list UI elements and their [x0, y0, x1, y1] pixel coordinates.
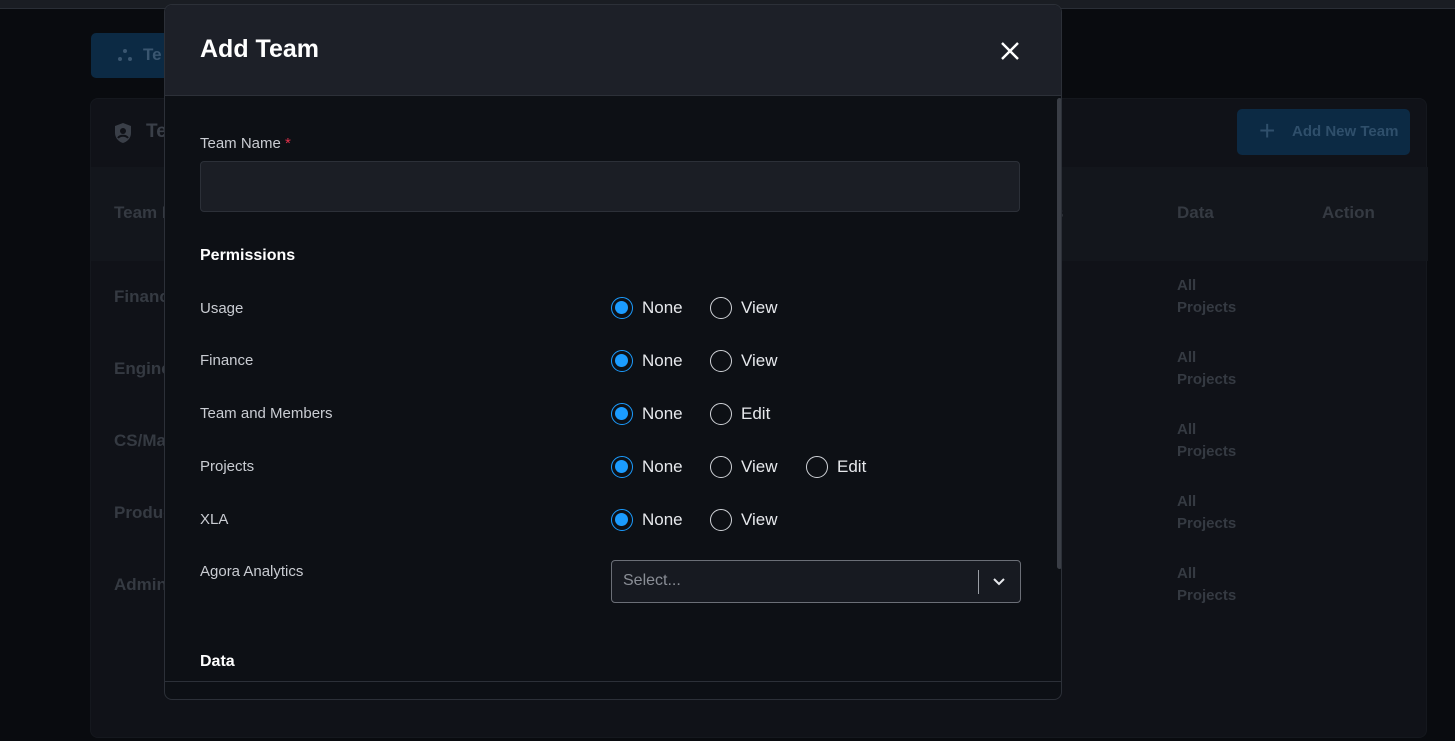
row-data: All Projects [1177, 349, 1237, 388]
option-label: View [741, 351, 778, 370]
team-name-label: Team Name * [200, 135, 291, 152]
team-name-input[interactable] [200, 161, 1020, 212]
select-separator [978, 570, 979, 594]
option-label: View [741, 510, 778, 529]
modal-title: Add Team [200, 35, 319, 63]
row-name: CS/Ma [114, 431, 166, 450]
radio-icon [710, 297, 732, 319]
modal-header: Add Team [165, 5, 1061, 96]
team-icon [118, 49, 132, 61]
radio-team-none[interactable]: None [611, 403, 683, 425]
permissions-heading: Permissions [200, 247, 296, 264]
option-label: None [642, 404, 683, 423]
option-label: View [741, 298, 778, 317]
column-header: Action [1322, 203, 1375, 222]
scrollbar[interactable] [1057, 98, 1061, 569]
option-label: View [741, 457, 778, 476]
option-label: None [642, 298, 683, 317]
radio-icon [710, 509, 732, 531]
option-label: None [642, 351, 683, 370]
row-data: All Projects [1177, 421, 1237, 460]
option-label: Edit [837, 457, 867, 476]
radio-icon [611, 509, 633, 531]
radio-finance-none[interactable]: None [611, 350, 683, 372]
shield-icon [115, 123, 131, 143]
plus-icon: + [1259, 115, 1276, 146]
radio-usage-none[interactable]: None [611, 297, 683, 319]
radio-icon [710, 350, 732, 372]
close-icon[interactable] [999, 40, 1021, 62]
permission-label-team-members: Team and Members [200, 405, 333, 422]
row-data: All Projects [1177, 565, 1237, 604]
radio-team-edit[interactable]: Edit [710, 403, 770, 425]
row-name: Engine [114, 359, 171, 378]
option-label: Edit [741, 404, 771, 423]
row-data: All Projects [1177, 277, 1237, 316]
column-header: Data [1177, 203, 1214, 222]
row-name: Admin [114, 575, 167, 594]
option-label: None [642, 457, 683, 476]
data-heading: Data [200, 653, 235, 670]
radio-icon [710, 456, 732, 478]
radio-xla-view[interactable]: View [710, 509, 778, 531]
footer-divider [165, 681, 1061, 682]
row-data: All Projects [1177, 493, 1237, 532]
radio-usage-view[interactable]: View [710, 297, 778, 319]
select-placeholder: Select... [623, 572, 681, 589]
permission-label-usage: Usage [200, 300, 244, 317]
add-team-modal: Add Team Team Name * Permissions Usage N… [164, 4, 1062, 700]
label-text: Team Name [200, 135, 281, 152]
option-label: None [642, 510, 683, 529]
required-mark: * [285, 135, 291, 152]
radio-projects-edit[interactable]: Edit [806, 456, 866, 478]
add-new-team-button[interactable]: + Add New Team [1237, 109, 1410, 155]
radio-icon [611, 456, 633, 478]
radio-icon [611, 350, 633, 372]
radio-icon [611, 297, 633, 319]
radio-icon [611, 403, 633, 425]
permission-label-xla: XLA [200, 511, 229, 528]
radio-xla-none[interactable]: None [611, 509, 683, 531]
row-name: Financ [114, 287, 169, 306]
agora-analytics-label: Agora Analytics [200, 563, 304, 580]
add-button-label: Add New Team [1292, 123, 1399, 140]
agora-analytics-select[interactable]: Select... [611, 560, 1021, 603]
tab-label: Te [143, 45, 162, 64]
radio-projects-view[interactable]: View [710, 456, 778, 478]
radio-finance-view[interactable]: View [710, 350, 778, 372]
radio-projects-none[interactable]: None [611, 456, 683, 478]
radio-icon [806, 456, 828, 478]
permission-label-finance: Finance [200, 352, 254, 369]
chevron-down-icon[interactable] [992, 575, 1006, 589]
permission-label-projects: Projects [200, 458, 255, 475]
radio-icon [710, 403, 732, 425]
